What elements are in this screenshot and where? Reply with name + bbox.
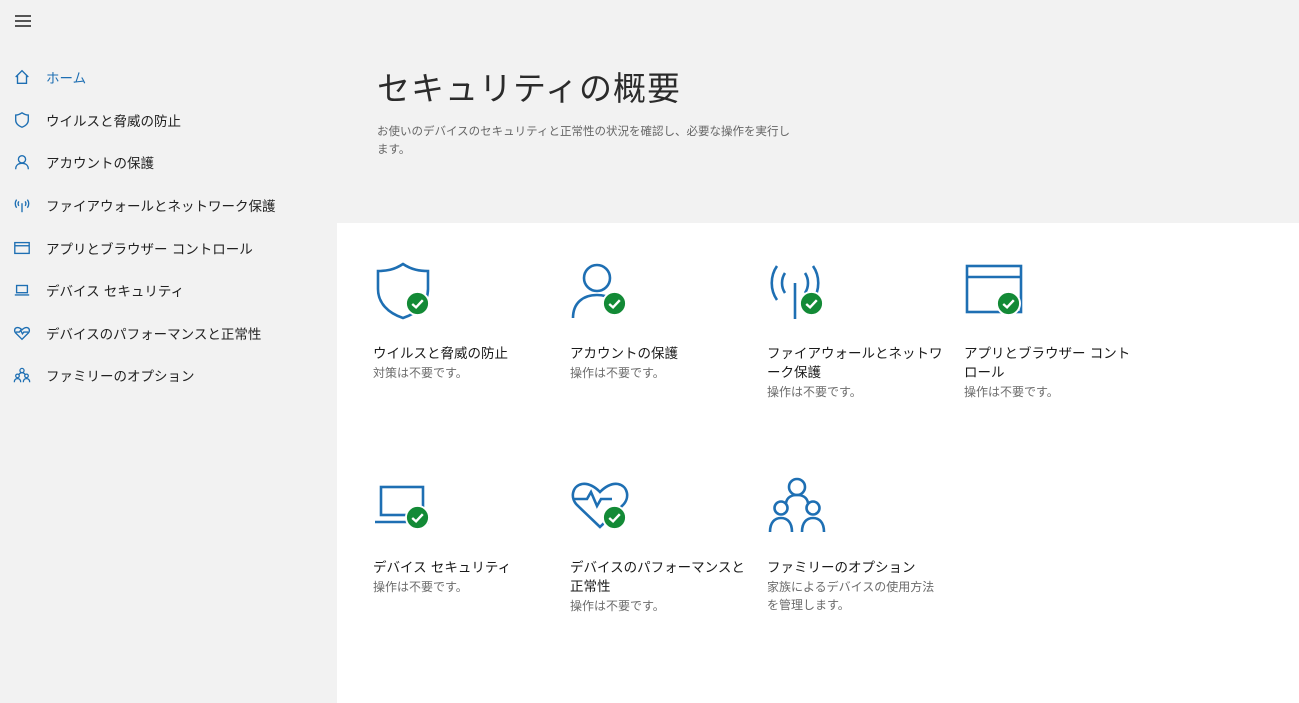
tile-status: 家族によるデバイスの使用方法を管理します。 [767,580,935,612]
sidebar-item-label: ファミリーのオプション [46,369,195,386]
checkmark-icon [405,505,430,530]
checkmark-icon [799,291,824,316]
family-icon [12,365,32,385]
tile-status: 対策は不要です。 [373,366,468,380]
sidebar-item-family-options[interactable]: ファミリーのオプション [0,354,337,397]
heart-icon [12,323,32,343]
tile-title: デバイス セキュリティ [373,560,512,576]
tile-title: ウイルスと脅威の防止 [373,346,508,362]
tile-app-browser-control[interactable]: アプリとブラウザー コントロール 操作は不要です。 [964,261,1140,401]
sidebar-item-label: アカウントの保護 [46,156,154,173]
sidebar-item-firewall[interactable]: ファイアウォールとネットワーク保護 [0,184,337,227]
sidebar-nav: ホーム ウイルスと脅威の防止 アカウントの保護 ファイアウォールとネットワーク保… [0,56,337,397]
tile-title: デバイスのパフォーマンスと正常性 [570,560,745,595]
sidebar-item-account-protection[interactable]: アカウントの保護 [0,141,337,184]
sidebar-item-label: ウイルスと脅威の防止 [46,113,181,130]
sidebar-item-label: デバイス セキュリティ [46,284,185,301]
sidebar-item-label: デバイスのパフォーマンスと正常性 [46,326,262,343]
page-title: セキュリティの概要 [377,69,682,108]
tile-status: 操作は不要です。 [570,599,665,613]
sidebar-item-label: ファイアウォールとネットワーク保護 [46,199,276,216]
tile-title: ファミリーのオプション [767,560,916,576]
wifi-antenna-icon [12,195,32,215]
tile-status: 操作は不要です。 [767,385,862,399]
home-icon [12,67,32,87]
sidebar: ホーム ウイルスと脅威の防止 アカウントの保護 ファイアウォールとネットワーク保… [0,0,337,703]
person-icon [12,152,32,172]
page-header: セキュリティの概要 お使いのデバイスのセキュリティと正常性の状況を確認し、必要な… [337,0,1299,223]
tile-status: 操作は不要です。 [964,385,1059,399]
checkmark-icon [602,505,627,530]
tile-virus-protection[interactable]: ウイルスと脅威の防止 対策は不要です。 [373,261,549,382]
checkmark-icon [602,291,627,316]
checkmark-icon [405,291,430,316]
hamburger-menu-icon[interactable] [12,12,34,32]
tile-family-options[interactable]: ファミリーのオプション 家族によるデバイスの使用方法を管理します。 [767,475,943,614]
shield-icon [12,110,32,130]
tile-account-protection[interactable]: アカウントの保護 操作は不要です。 [570,261,746,382]
laptop-icon [12,280,32,300]
tile-status: 操作は不要です。 [570,366,665,380]
sidebar-item-label: ホーム [46,71,87,88]
sidebar-item-device-security[interactable]: デバイス セキュリティ [0,269,337,312]
sidebar-item-device-performance[interactable]: デバイスのパフォーマンスと正常性 [0,312,337,355]
tile-device-security[interactable]: デバイス セキュリティ 操作は不要です。 [373,475,549,596]
tile-title: アプリとブラウザー コントロール [964,346,1131,381]
tile-device-performance[interactable]: デバイスのパフォーマンスと正常性 操作は不要です。 [570,475,746,615]
sidebar-item-label: アプリとブラウザー コントロール [46,241,253,258]
tile-firewall[interactable]: ファイアウォールとネットワーク保護 操作は不要です。 [767,261,943,401]
tile-status: 操作は不要です。 [373,580,468,594]
tile-title: ファイアウォールとネットワーク保護 [767,346,943,381]
tiles-area: ウイルスと脅威の防止 対策は不要です。 アカウントの保護 操作は不要です。 ファ… [337,223,1299,703]
family-icon [768,477,826,533]
page-description: お使いのデバイスのセキュリティと正常性の状況を確認し、必要な操作を実行します。 [377,124,790,156]
sidebar-item-app-browser-control[interactable]: アプリとブラウザー コントロール [0,226,337,269]
checkmark-icon [996,291,1021,316]
tile-title: アカウントの保護 [570,346,678,362]
sidebar-item-virus-protection[interactable]: ウイルスと脅威の防止 [0,99,337,142]
browser-window-icon [12,238,32,258]
sidebar-item-home[interactable]: ホーム [0,56,337,99]
